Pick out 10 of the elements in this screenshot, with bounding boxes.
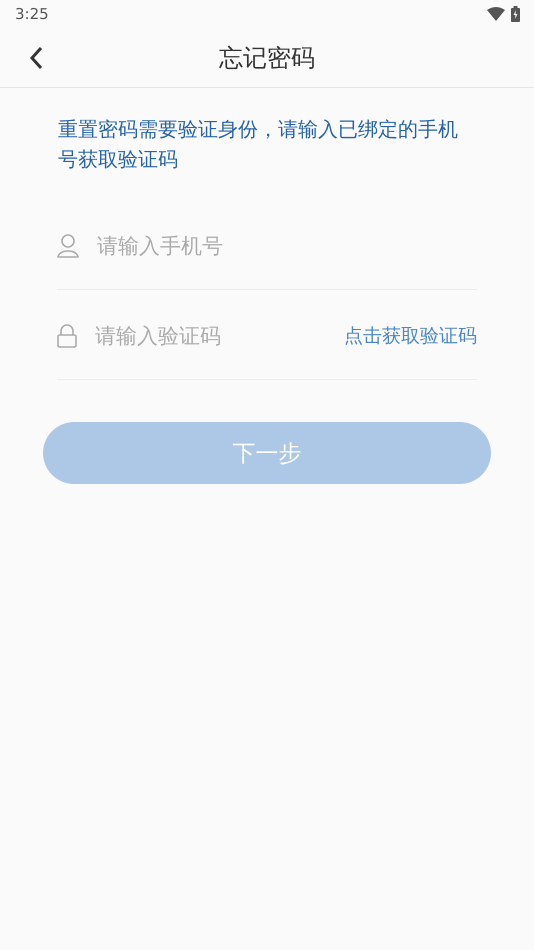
get-code-link[interactable]: 点击获取验证码 bbox=[344, 322, 477, 348]
page-title: 忘记密码 bbox=[219, 42, 315, 74]
battery-icon bbox=[511, 6, 520, 22]
user-icon bbox=[57, 234, 79, 258]
input-field[interactable]: 请输入手机号 bbox=[95, 232, 477, 258]
status-time: 3:25 bbox=[15, 5, 49, 23]
instruction-text: 重置密码需要验证身份，请输入已绑定的手机号获取验证码 bbox=[58, 116, 459, 173]
input-field[interactable]: 请输入验证码 bbox=[93, 322, 344, 348]
lock-icon bbox=[57, 324, 77, 348]
wifi-icon bbox=[487, 7, 505, 21]
